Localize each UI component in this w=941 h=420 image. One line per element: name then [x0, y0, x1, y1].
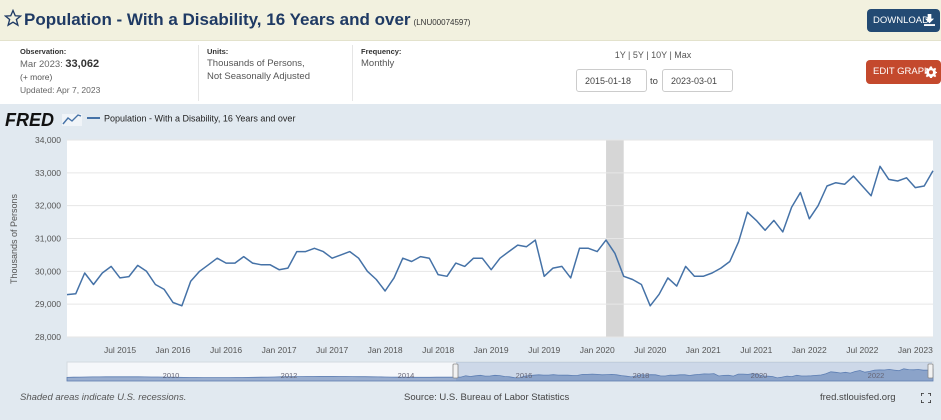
date-to-label: to — [650, 76, 658, 87]
y-tick-label: 34,000 — [35, 135, 61, 145]
y-tick-label: 28,000 — [35, 332, 61, 342]
title-bar: Population - With a Disability, 16 Years… — [0, 0, 941, 41]
y-tick-label: 31,000 — [35, 234, 61, 244]
x-tick-label: Jan 2016 — [156, 345, 191, 355]
graph-panel: FRED Population - With a Disability, 16 … — [0, 104, 941, 420]
recession-note: Shaded areas indicate U.S. recessions. — [20, 392, 187, 403]
frequency-label: Frequency: — [361, 47, 402, 56]
y-tick-label: 30,000 — [35, 266, 61, 276]
y-tick-label: 33,000 — [35, 168, 61, 178]
frequency-value: Monthly — [361, 58, 395, 69]
navigator-year-label: 2022 — [868, 371, 885, 380]
navigator-year-label: 2020 — [751, 371, 768, 380]
x-tick-label: Jan 2023 — [898, 345, 933, 355]
edit-graph-label: EDIT GRAPH — [873, 66, 931, 77]
divider — [352, 45, 353, 101]
source-note: Source: U.S. Bureau of Labor Statistics — [404, 392, 570, 403]
y-tick-label: 32,000 — [35, 201, 61, 211]
observation-value: 33,062 — [65, 58, 100, 70]
units-value-line2: Not Seasonally Adjusted — [207, 71, 310, 82]
gear-icon — [925, 66, 937, 78]
observation-date-text: Mar 2023: — [20, 59, 63, 70]
edit-graph-button[interactable]: EDIT GRAPH — [866, 60, 941, 84]
range-selector: 1Y | 5Y | 10Y | Max — [614, 50, 692, 60]
fred-logo: FRED — [5, 110, 54, 130]
x-tick-label: Jul 2015 — [104, 345, 136, 355]
units-label: Units: — [207, 47, 229, 56]
x-tick-label: Jul 2017 — [316, 345, 348, 355]
legend-label: Population - With a Disability, 16 Years… — [104, 114, 295, 124]
divider — [198, 45, 199, 101]
x-tick-label: Jul 2022 — [846, 345, 878, 355]
x-tick-label: Jan 2021 — [686, 345, 721, 355]
download-icon — [924, 14, 935, 26]
range-1y-link[interactable]: 1Y — [615, 50, 626, 60]
y-axis-title: Thousands of Persons — [9, 193, 19, 284]
navigator-year-label: 2012 — [281, 371, 298, 380]
x-tick-label: Jan 2019 — [474, 345, 509, 355]
x-tick-label: Jul 2020 — [634, 345, 666, 355]
site-link[interactable]: fred.stlouisfed.org — [820, 392, 896, 403]
y-tick-label: 29,000 — [35, 299, 61, 309]
x-tick-label: Jan 2022 — [792, 345, 827, 355]
navigator-year-label: 2010 — [163, 371, 180, 380]
x-tick-label: Jul 2019 — [528, 345, 560, 355]
star-icon[interactable] — [4, 9, 22, 27]
fullscreen-icon[interactable] — [921, 393, 931, 403]
navigator-year-label: 2014 — [398, 371, 415, 380]
x-tick-label: Jul 2016 — [210, 345, 242, 355]
observation-date: Mar 2023: 33,062 — [20, 58, 99, 70]
fred-logo-icon — [62, 114, 82, 126]
x-tick-label: Jan 2017 — [262, 345, 297, 355]
range-navigator[interactable]: 2010 2012 2014 2016 2018 2020 2022 — [66, 361, 934, 382]
navigator-right-handle[interactable] — [927, 363, 934, 379]
download-label: DOWNLOAD — [873, 15, 929, 26]
x-tick-label: Jan 2020 — [580, 345, 615, 355]
updated-date: Updated: Apr 7, 2023 — [20, 85, 101, 95]
navigator-year-label: 2018 — [633, 371, 650, 380]
start-date-input[interactable]: 2015-01-18 — [576, 69, 647, 92]
units-value-line1: Thousands of Persons, — [207, 58, 305, 69]
x-tick-label: Jul 2021 — [740, 345, 772, 355]
x-tick-label: Jul 2018 — [422, 345, 454, 355]
navigator-left-handle[interactable] — [452, 363, 459, 379]
series-title: Population - With a Disability, 16 Years… — [24, 10, 411, 29]
fred-chart: FRED Population - With a Disability, 16 … — [5, 110, 934, 382]
page-title: Population - With a Disability, 16 Years… — [24, 10, 470, 30]
range-10y-link[interactable]: 10Y — [651, 50, 667, 60]
more-observations-link[interactable]: (+ more) — [20, 72, 52, 82]
observation-label: Observation: — [20, 47, 67, 56]
range-5y-link[interactable]: 5Y — [633, 50, 644, 60]
range-max-link[interactable]: Max — [674, 50, 691, 60]
x-tick-label: Jan 2018 — [368, 345, 403, 355]
series-id: (LNU00074597) — [413, 18, 471, 27]
end-date-input[interactable]: 2023-03-01 — [662, 69, 733, 92]
navigator-year-label: 2016 — [516, 371, 533, 380]
download-button[interactable]: DOWNLOAD — [867, 9, 940, 32]
